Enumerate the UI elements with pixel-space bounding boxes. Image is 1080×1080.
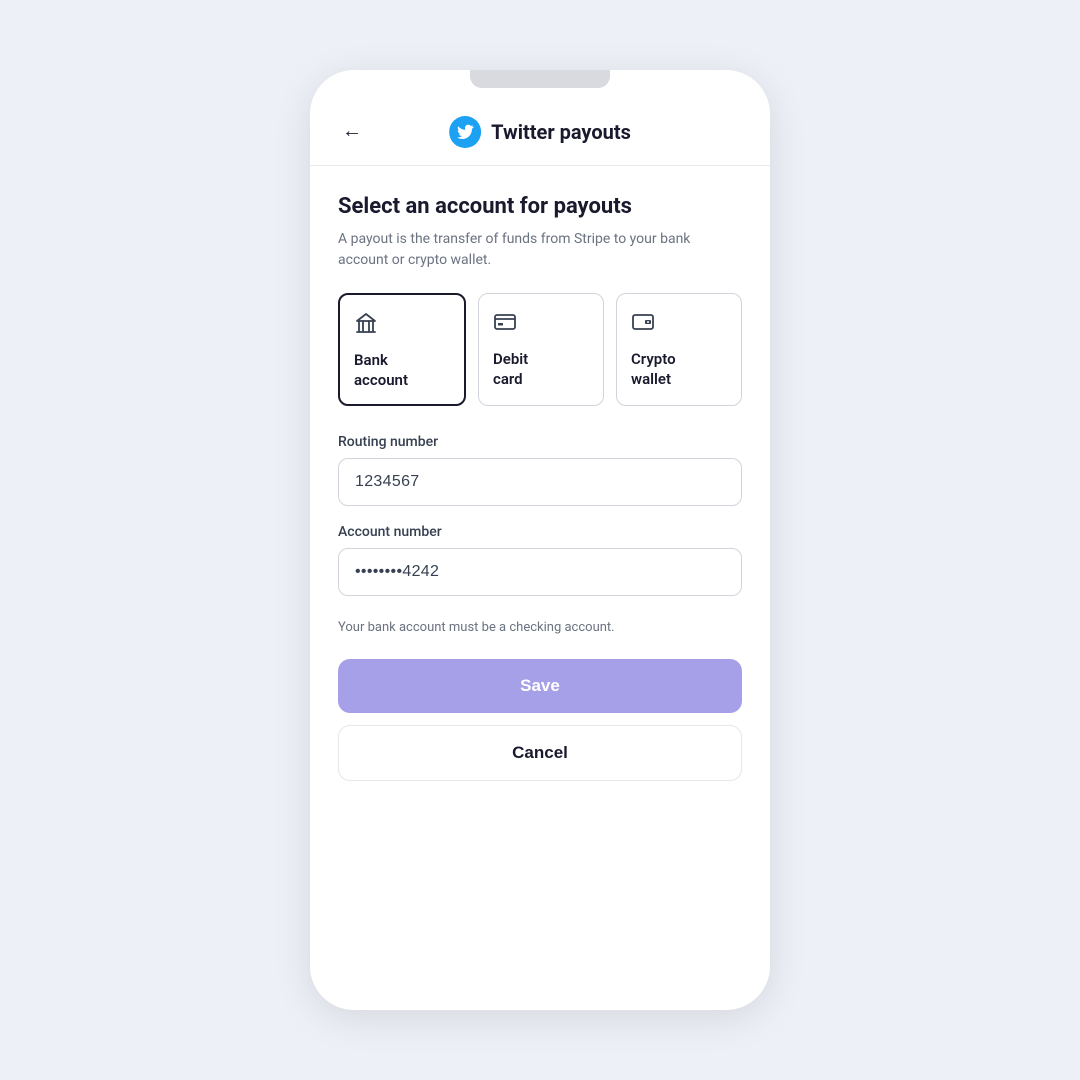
hint-text: Your bank account must be a checking acc… — [338, 620, 742, 635]
notch-bar — [470, 70, 610, 88]
debit-icon — [493, 310, 591, 340]
save-button[interactable]: Save — [338, 659, 742, 713]
phone-frame: ← Twitter payouts Select an account for … — [310, 70, 770, 1010]
account-card-bank[interactable]: Bankaccount — [338, 293, 466, 406]
header-title-group: Twitter payouts — [449, 116, 631, 148]
bank-icon — [354, 311, 452, 341]
account-card-bank-label: Bankaccount — [354, 351, 452, 390]
content-area: Select an account for payouts A payout i… — [310, 166, 770, 809]
section-title: Select an account for payouts — [338, 194, 742, 219]
back-arrow-icon: ← — [342, 120, 362, 143]
section-desc: A payout is the transfer of funds from S… — [338, 229, 742, 271]
crypto-icon — [631, 310, 729, 340]
account-input[interactable] — [338, 548, 742, 596]
twitter-logo-icon — [449, 116, 481, 148]
account-card-crypto-label: Cryptowallet — [631, 350, 729, 389]
routing-input[interactable] — [338, 458, 742, 506]
header: ← Twitter payouts — [310, 98, 770, 166]
account-options: Bankaccount Debitcard — [338, 293, 742, 406]
header-title: Twitter payouts — [491, 120, 631, 144]
cancel-button[interactable]: Cancel — [338, 725, 742, 781]
account-number-group: Account number — [338, 524, 742, 596]
routing-label: Routing number — [338, 434, 742, 450]
account-card-crypto[interactable]: Cryptowallet — [616, 293, 742, 406]
account-label: Account number — [338, 524, 742, 540]
account-card-debit[interactable]: Debitcard — [478, 293, 604, 406]
back-button[interactable]: ← — [338, 116, 366, 147]
routing-number-group: Routing number — [338, 434, 742, 506]
account-card-debit-label: Debitcard — [493, 350, 591, 389]
